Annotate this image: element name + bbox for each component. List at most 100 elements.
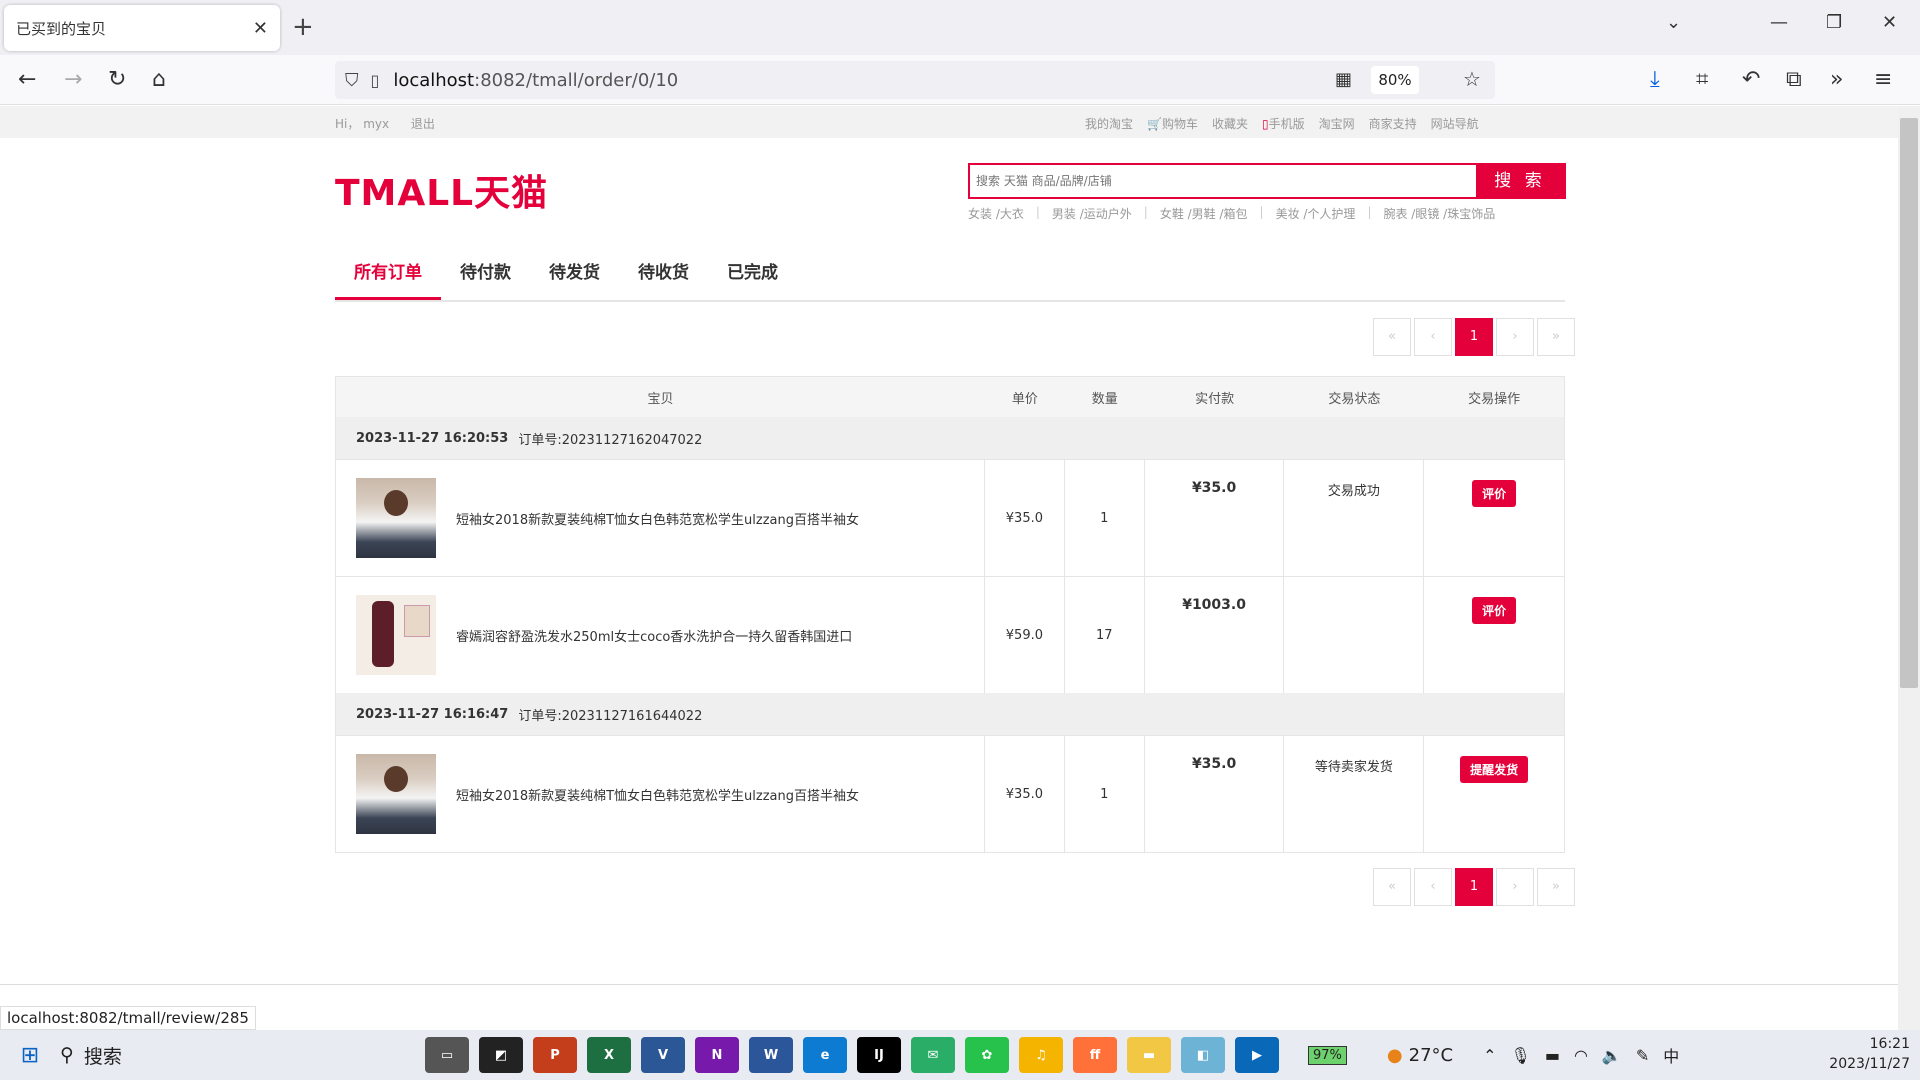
task-view-icon[interactable]: ▭ — [425, 1037, 469, 1073]
page-current-button[interactable]: 1 — [1455, 318, 1493, 356]
tab-pending-receipt[interactable]: 待收货 — [619, 246, 708, 300]
tray-chevron-icon[interactable]: ⌃ — [1483, 1046, 1496, 1065]
undo-icon[interactable]: ↶ — [1742, 67, 1760, 93]
battery-icon[interactable]: ▬ — [1545, 1046, 1560, 1065]
search-button[interactable]: 搜 索 — [1476, 165, 1564, 197]
shield-icon[interactable]: ⛉ — [345, 70, 359, 91]
firefox-icon[interactable]: ff — [1073, 1037, 1117, 1073]
sticky-notes-icon[interactable]: ◩ — [479, 1037, 523, 1073]
top-link-favorites[interactable]: 收藏夹 — [1212, 115, 1248, 132]
windows-start-icon[interactable]: ⊞ — [0, 1043, 60, 1068]
top-link-cart[interactable]: 🛒购物车 — [1147, 115, 1198, 132]
top-link-taobao[interactable]: 淘宝网 — [1319, 115, 1355, 132]
page-next-button[interactable]: › — [1496, 868, 1534, 906]
onenote-icon[interactable]: N — [695, 1037, 739, 1073]
search-input[interactable] — [970, 165, 1476, 197]
top-link-merchant[interactable]: 商家支持 — [1369, 115, 1417, 132]
visio-icon[interactable]: V — [641, 1037, 685, 1073]
reload-icon[interactable]: ↻ — [108, 67, 126, 93]
user-greeting: Hi， myx 退出 — [335, 115, 435, 132]
status-link-preview: localhost:8082/tmall/review/285 — [0, 1006, 256, 1030]
logout-link[interactable]: 退出 — [411, 117, 435, 131]
top-link-sitemap[interactable]: 网站导航 — [1431, 115, 1479, 132]
weather-temp[interactable]: 27°C — [1409, 1045, 1453, 1066]
extensions-icon[interactable]: ⧉ — [1786, 67, 1802, 93]
page-prev-button[interactable]: ‹ — [1414, 868, 1452, 906]
close-tab-icon[interactable]: ✕ — [253, 18, 268, 39]
powerpoint-icon[interactable]: P — [533, 1037, 577, 1073]
hot-categories: 女装 /大衣 | 男装 /运动户外 | 女鞋 /男鞋 /箱包 | 美妆 /个人护理 | … — [968, 205, 1496, 222]
wifi-icon[interactable]: ◠ — [1574, 1046, 1588, 1065]
pen-icon[interactable]: ✎ — [1636, 1046, 1649, 1065]
page-current-button[interactable]: 1 — [1455, 868, 1493, 906]
order-status: 交易成功 — [1284, 460, 1425, 576]
download-icon[interactable]: ⤓ — [1650, 67, 1660, 93]
scrollbar-thumb[interactable] — [1900, 118, 1918, 688]
page-next-button[interactable]: › — [1496, 318, 1534, 356]
edge-icon[interactable]: e — [803, 1037, 847, 1073]
hot-link[interactable]: 女装 /大衣 — [968, 205, 1024, 222]
quantity: 1 — [1065, 460, 1145, 576]
page-first-button[interactable]: « — [1373, 318, 1411, 356]
taskbar-search[interactable]: ⚲ 搜索 — [60, 1042, 420, 1069]
tab-completed[interactable]: 已完成 — [708, 246, 797, 300]
media-icon[interactable]: ▶ — [1235, 1037, 1279, 1073]
top-link-mobile[interactable]: ▯手机版 — [1262, 115, 1305, 132]
screenshot-icon[interactable]: ⌗ — [1696, 67, 1708, 93]
tab-all-orders[interactable]: 所有订单 — [335, 246, 441, 300]
battery-indicator[interactable]: 97% — [1308, 1045, 1347, 1065]
hot-link[interactable]: 美妆 /个人护理 — [1276, 205, 1356, 222]
product-title[interactable]: 睿嫣润容舒盈洗发水250ml女士coco香水洗护合一持久留香韩国进口 — [456, 626, 852, 645]
ime-indicator[interactable]: 中 — [1663, 1043, 1679, 1067]
order-status: 等待卖家发货 — [1284, 736, 1425, 852]
intellij-icon[interactable]: IJ — [857, 1037, 901, 1073]
review-button[interactable]: 评价 — [1472, 480, 1517, 507]
url-bar[interactable]: ⛉ ▯ localhost:8082/tmall/order/0/10 ▦ 80… — [335, 61, 1495, 99]
page-icon: ▯ — [370, 70, 380, 90]
page-last-button[interactable]: » — [1537, 868, 1575, 906]
file-explorer-icon[interactable]: ▬ — [1127, 1037, 1171, 1073]
home-icon[interactable]: ⌂ — [152, 67, 166, 93]
hot-link[interactable]: 女鞋 /男鞋 /箱包 — [1160, 205, 1248, 222]
restore-icon[interactable]: ❐ — [1826, 12, 1842, 33]
menu-icon[interactable]: ≡ — [1874, 67, 1892, 93]
product-image[interactable] — [356, 478, 436, 558]
forward-icon[interactable]: → — [64, 67, 82, 93]
page-last-button[interactable]: » — [1537, 318, 1575, 356]
tab-list-chevron-icon[interactable]: ⌄ — [1666, 12, 1681, 33]
close-window-icon[interactable]: ✕ — [1882, 12, 1897, 33]
product-title[interactable]: 短袖女2018新款夏装纯棉T恤女白色韩范宽松学生ulzzang百搭半袖女 — [456, 785, 859, 804]
music-icon[interactable]: ♫ — [1019, 1037, 1063, 1073]
remind-shipment-button[interactable]: 提醒发货 — [1460, 756, 1529, 783]
app-icon[interactable]: ✿ — [965, 1037, 1009, 1073]
app-icon[interactable]: ◧ — [1181, 1037, 1225, 1073]
new-tab-button[interactable]: + — [292, 12, 314, 42]
wechat-icon[interactable]: ✉ — [911, 1037, 955, 1073]
product-title[interactable]: 短袖女2018新款夏装纯棉T恤女白色韩范宽松学生ulzzang百搭半袖女 — [456, 509, 859, 528]
page-prev-button[interactable]: ‹ — [1414, 318, 1452, 356]
minimize-icon[interactable]: — — [1770, 12, 1788, 33]
review-button[interactable]: 评价 — [1472, 597, 1517, 624]
zoom-level[interactable]: 80% — [1371, 66, 1419, 94]
windows-taskbar: ⊞ ⚲ 搜索 ▭ ◩ P X V N W e IJ ✉ ✿ ♫ ff ▬ ◧ ▶… — [0, 1030, 1920, 1080]
excel-icon[interactable]: X — [587, 1037, 631, 1073]
volume-icon[interactable]: 🔈 — [1602, 1046, 1622, 1065]
microphone-icon[interactable]: 🎙 — [1511, 1046, 1531, 1065]
page-first-button[interactable]: « — [1373, 868, 1411, 906]
top-link-my-taobao[interactable]: 我的淘宝 — [1085, 115, 1133, 132]
product-image[interactable] — [356, 754, 436, 834]
overflow-chevron-icon[interactable]: » — [1830, 67, 1843, 93]
tmall-logo[interactable]: TMALL天猫 — [335, 164, 548, 216]
tab-pending-payment[interactable]: 待付款 — [441, 246, 530, 300]
back-icon[interactable]: ← — [18, 67, 36, 93]
hot-link[interactable]: 男装 /运动户外 — [1052, 205, 1132, 222]
product-image[interactable] — [356, 595, 436, 675]
qr-code-icon[interactable]: ▦ — [1335, 69, 1352, 90]
clock[interactable]: 16:21 2023/11/27 — [1829, 1034, 1910, 1074]
bookmark-star-icon[interactable]: ☆ — [1463, 67, 1481, 91]
hot-link[interactable]: 腕表 /眼镜 /珠宝饰品 — [1383, 205, 1495, 222]
tab-pending-shipment[interactable]: 待发货 — [530, 246, 619, 300]
word-icon[interactable]: W — [749, 1037, 793, 1073]
username-link[interactable]: myx — [363, 117, 389, 131]
browser-tab[interactable]: 已买到的宝贝 ✕ — [4, 5, 280, 51]
